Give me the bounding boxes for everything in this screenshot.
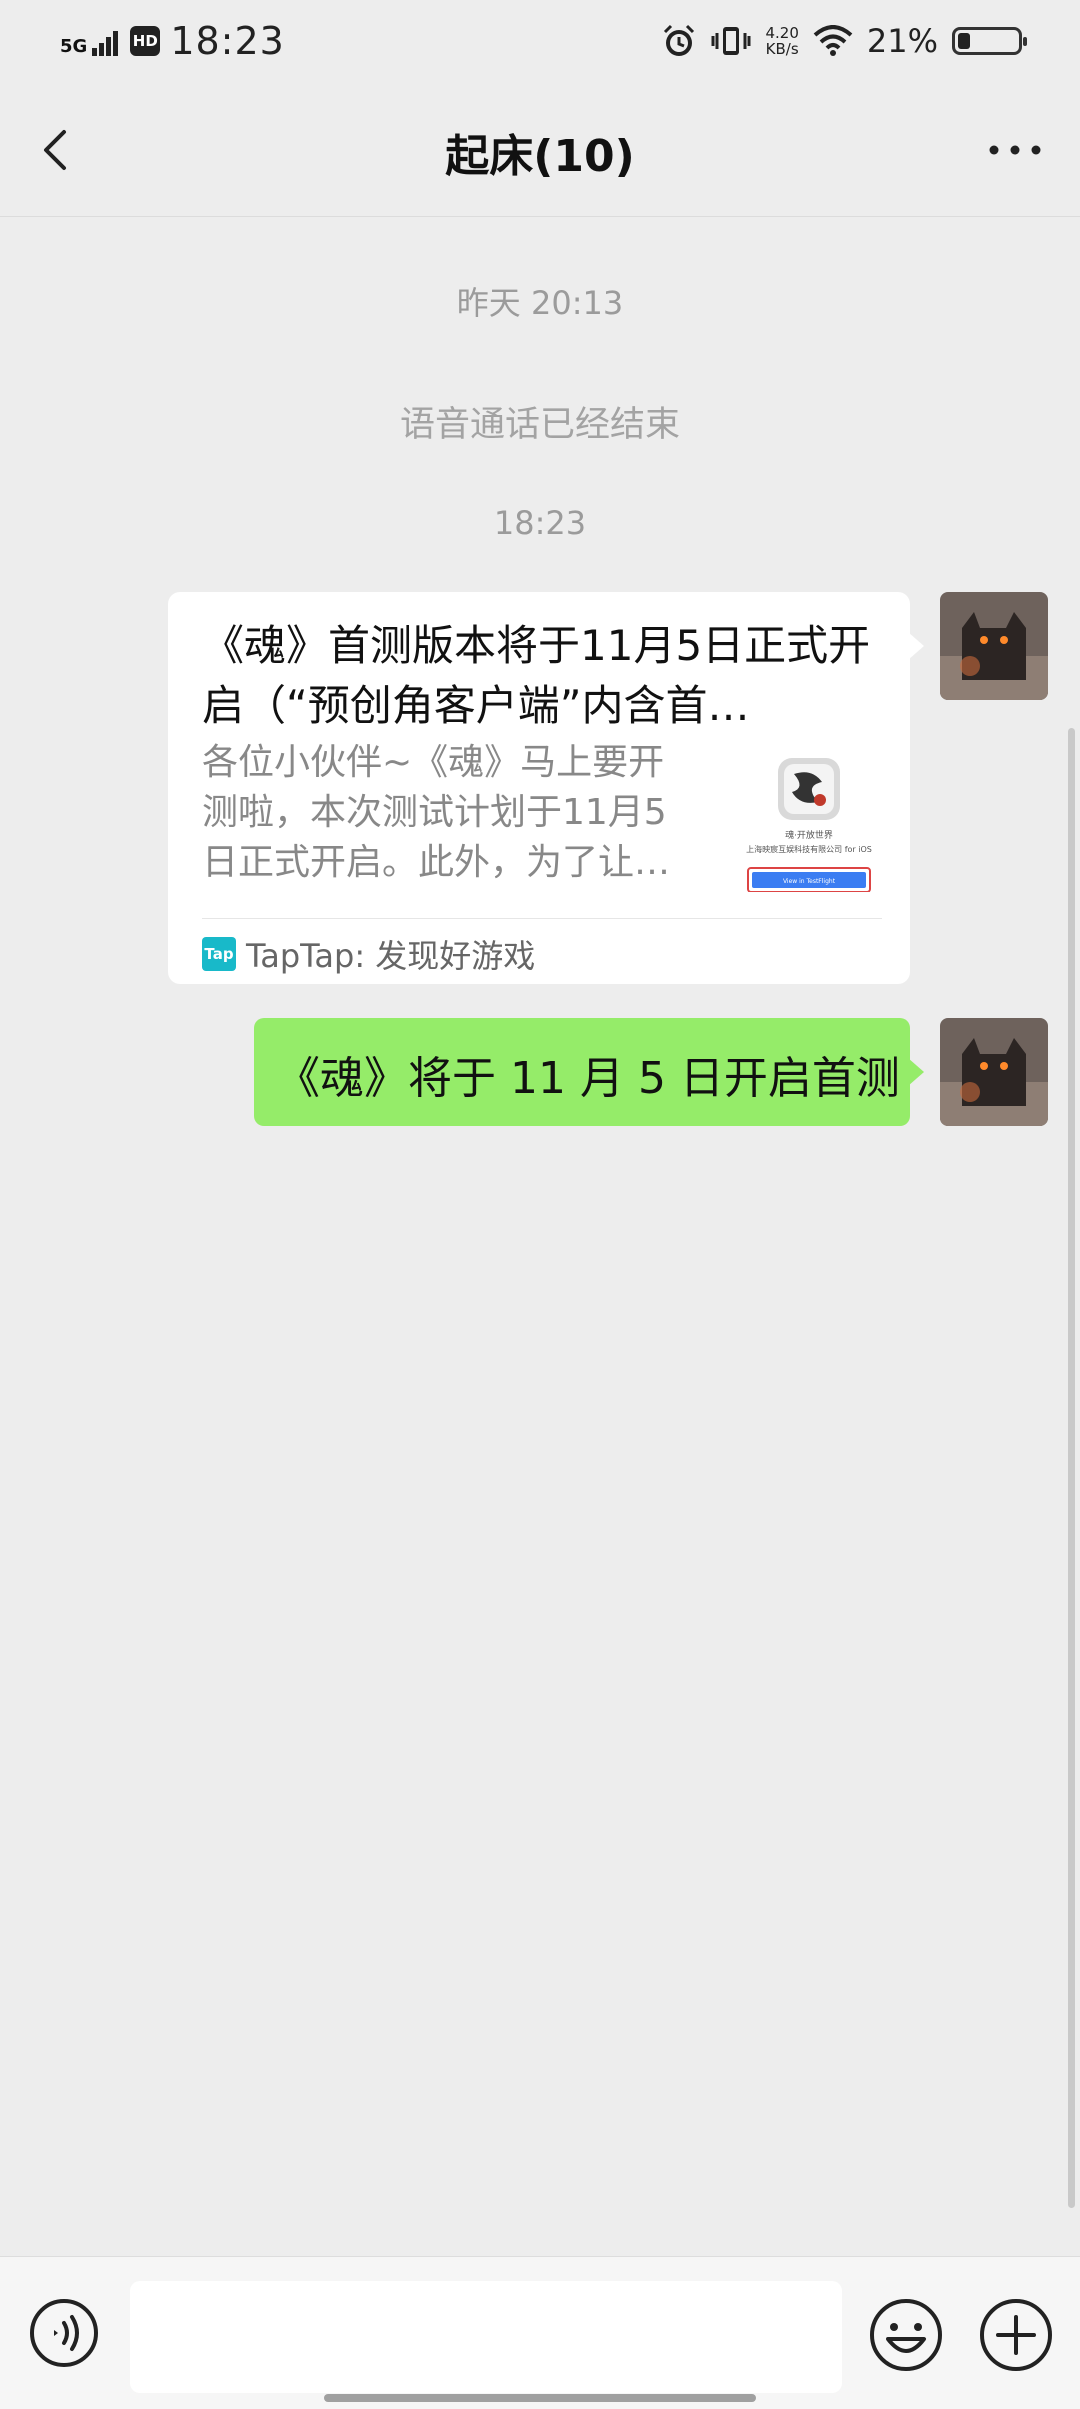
input-bar [0,2256,1080,2409]
status-left: 5G HD 18:23 [60,18,285,64]
link-card-message[interactable]: 《魂》首测版本将于11月5日正式开启（“预创角客户端”内含首… 各位小伙伴~《魂… [168,592,924,984]
link-card-description: 各位小伙伴~《魂》马上要开测啦，本次测试计划于11月5日正式开启。此外，为了让… [202,742,671,883]
avatar-cat-image [940,592,1048,700]
timestamp: 昨天 20:13 [456,284,624,322]
link-card-source: Tap TapTap: 发现好游戏 [202,932,535,976]
sent-text-message[interactable]: 《魂》将于 11 月 5 日开启首测 [254,1018,924,1126]
net-speed: 4.20 KB/s [765,25,798,57]
signal-bars-icon [92,31,119,56]
thumb-caption-company: 上海映宸互娱科技有限公司 for iOS [746,844,872,854]
more-options-icon[interactable] [980,122,1050,178]
voice-icon[interactable] [28,2297,100,2369]
avatar[interactable] [940,592,1048,700]
battery-percent: 21% [866,22,938,60]
card-divider [202,918,882,919]
wifi-icon [813,25,853,56]
hd-badge: HD [130,26,161,56]
taptap-logo-icon: Tap [202,937,236,971]
status-bar: 5G HD 18:23 4.20 KB/s 21% [0,0,1080,82]
status-right: 4.20 KB/s 21% [661,18,1027,64]
link-card-source-name: TapTap: 发现好游戏 [246,937,536,975]
vibrate-icon [711,27,751,55]
system-notice: 语音通话已经结束 [399,405,680,445]
battery-level [958,33,970,49]
home-indicator[interactable] [324,2394,756,2402]
thumb-caption-app: 魂·开放世界 [785,829,833,841]
signal-indicator: 5G [60,26,120,56]
message-text: 《魂》将于 11 月 5 日开启首测 [276,1053,900,1104]
chat-header: 起床(10) [0,82,1080,217]
avatar-cat-image [940,1018,1048,1126]
thumb-button-text: View in TestFlight [783,878,836,885]
game-app-icon: View in TestFlight 魂·开放世界 上海映宸互娱科技有限公司 f… [746,758,872,893]
battery-icon [952,27,1027,55]
plus-icon[interactable] [978,2297,1054,2373]
status-time: 18:23 [170,19,285,63]
scrollbar[interactable] [1068,728,1075,2208]
network-type: 5G [60,36,88,57]
chat-title: 起床(10) [445,131,635,182]
avatar[interactable] [940,1018,1048,1126]
net-speed-value: 4.20 [765,24,799,42]
net-speed-unit: KB/s [765,40,799,58]
timestamp: 18:23 [493,504,587,542]
message-input[interactable] [130,2281,842,2393]
link-card-title: 《魂》首测版本将于11月5日正式开启（“预创角客户端”内含首… [202,621,871,730]
link-card-thumbnail: View in TestFlight 魂·开放世界 上海映宸互娱科技有限公司 f… [734,752,884,893]
alarm-icon [664,24,695,56]
emoji-icon[interactable] [868,2297,944,2373]
